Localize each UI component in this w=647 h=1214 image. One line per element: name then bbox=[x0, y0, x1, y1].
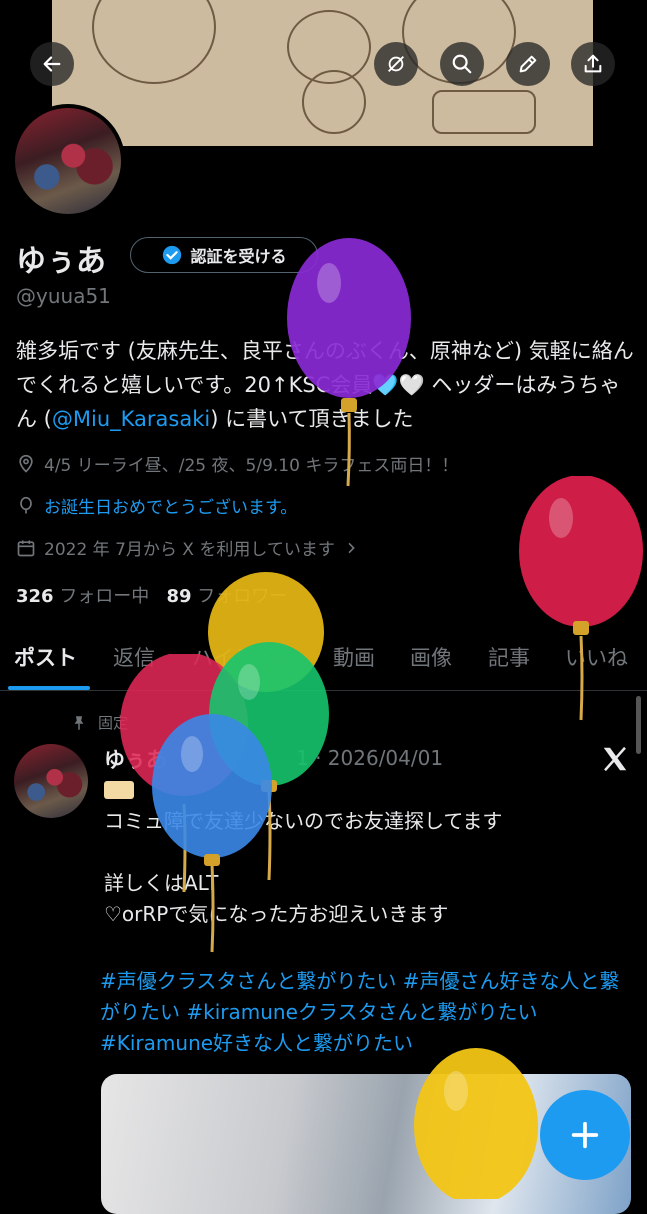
search-icon bbox=[452, 54, 472, 74]
profile-avatar[interactable] bbox=[11, 104, 125, 218]
user-handle: @yuua51 bbox=[16, 284, 111, 308]
tab-photos[interactable]: 画像 bbox=[410, 642, 452, 672]
plus-icon bbox=[571, 1121, 599, 1149]
yellow-balloon-bottom bbox=[414, 1048, 538, 1199]
edit-button[interactable] bbox=[506, 42, 550, 86]
hide-icon bbox=[388, 56, 404, 72]
calendar-icon bbox=[17, 540, 35, 556]
balloon-icon bbox=[20, 496, 32, 513]
following-label: フォロー中 bbox=[59, 586, 150, 607]
get-verified-label: 認証を受ける bbox=[190, 247, 287, 266]
x-logo-icon bbox=[603, 746, 627, 772]
hide-button[interactable] bbox=[374, 42, 418, 86]
back-button[interactable] bbox=[30, 42, 74, 86]
display-name: ゆぅあ bbox=[16, 244, 106, 279]
blue-balloon bbox=[152, 714, 272, 953]
verified-badge-icon bbox=[163, 245, 182, 265]
following-count: 326 bbox=[16, 586, 54, 607]
mention-link[interactable]: @Miu_Karasaki bbox=[52, 407, 210, 431]
location-pin-icon bbox=[19, 454, 33, 473]
tab-posts[interactable]: ポスト bbox=[14, 642, 77, 672]
joined-date[interactable]: 2022 年 7月から X を利用しています bbox=[16, 535, 359, 560]
chevron-right-icon bbox=[348, 542, 355, 553]
arrow-left-icon bbox=[43, 56, 61, 72]
tab-videos[interactable]: 動画 bbox=[333, 642, 375, 672]
purple-balloon bbox=[287, 238, 411, 487]
pin-icon bbox=[74, 715, 84, 730]
birthday-message[interactable]: お誕生日おめでとうございます。 bbox=[16, 493, 297, 518]
edit-icon bbox=[519, 55, 537, 73]
followers-count: 89 bbox=[166, 586, 192, 607]
share-button[interactable] bbox=[571, 42, 615, 86]
share-icon bbox=[584, 54, 602, 73]
post-author-avatar[interactable] bbox=[14, 744, 88, 818]
search-button[interactable] bbox=[440, 42, 484, 86]
red-balloon bbox=[519, 476, 643, 721]
post-hashtags[interactable]: #声優クラスタさんと繋がりたい #声優さん好きな人と繋がりたい #kiramun… bbox=[100, 966, 630, 1059]
compose-post-button[interactable] bbox=[540, 1090, 630, 1180]
